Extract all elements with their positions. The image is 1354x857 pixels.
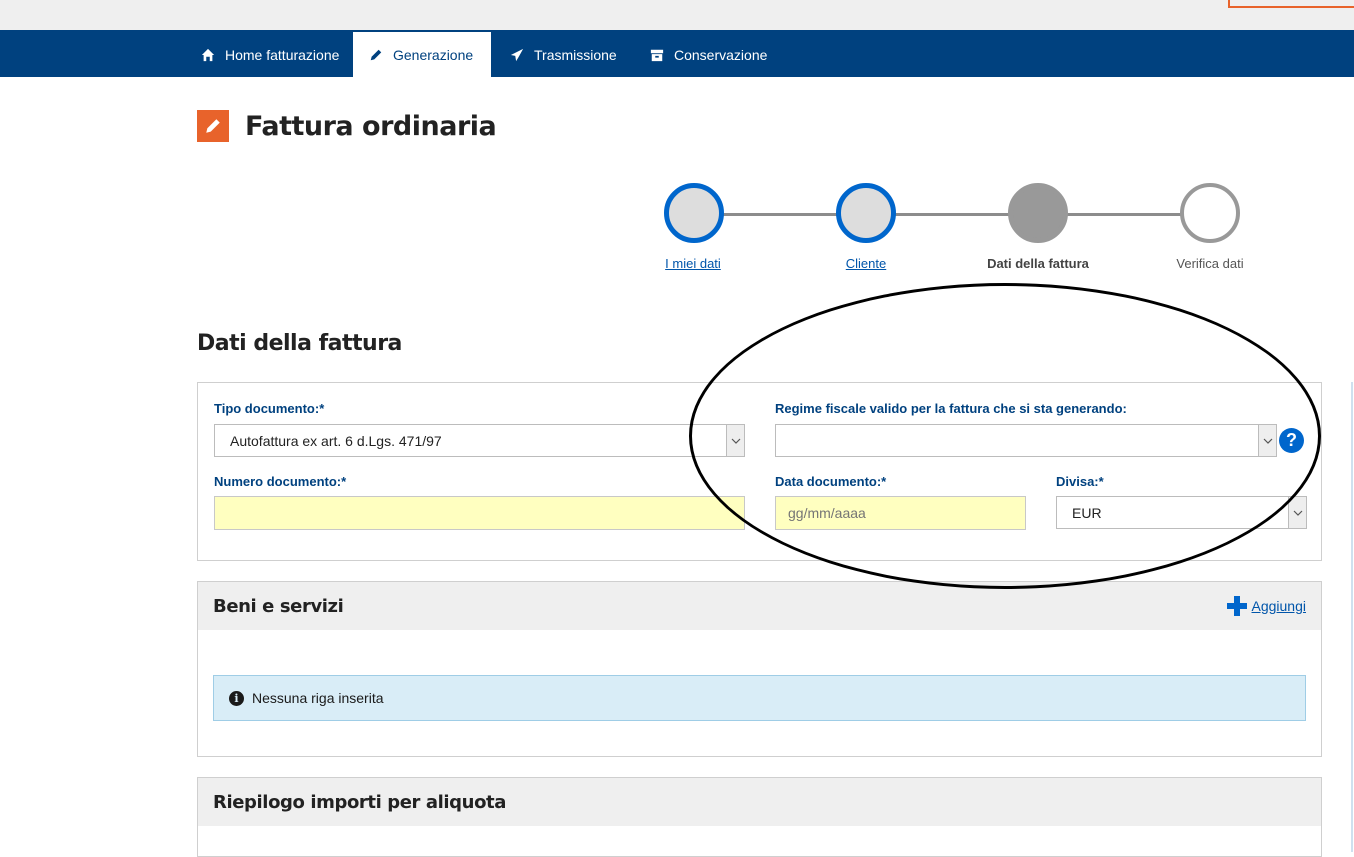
top-strip xyxy=(0,0,1354,30)
beni-servizi-card: Beni e servizi Aggiungi i Nessuna riga i… xyxy=(197,581,1322,757)
beni-servizi-title: Beni e servizi xyxy=(213,595,344,617)
beni-servizi-header: Beni e servizi xyxy=(198,582,1321,630)
step-label-dati-fattura: Dati della fattura xyxy=(987,256,1089,271)
riepilogo-title: Riepilogo importi per aliquota xyxy=(213,791,506,813)
archive-box-icon xyxy=(649,47,665,63)
divisa-label: Divisa:* xyxy=(1056,474,1104,489)
home-icon xyxy=(200,47,216,63)
numero-documento-input[interactable] xyxy=(214,496,745,530)
step-connector xyxy=(722,213,838,216)
riepilogo-header: Riepilogo importi per aliquota xyxy=(198,778,1321,826)
tipo-documento-label: Tipo documento:* xyxy=(214,401,325,416)
header-orange-box xyxy=(1228,0,1354,8)
step-circle-dati-fattura xyxy=(1008,183,1068,243)
aggiungi-button[interactable]: Aggiungi xyxy=(1226,595,1307,617)
chevron-down-icon[interactable] xyxy=(1288,497,1306,528)
tipo-documento-select[interactable]: Autofattura ex art. 6 d.Lgs. 471/97 xyxy=(214,424,745,457)
nav-trasmissione[interactable]: Trasmissione xyxy=(494,32,632,77)
step-circle-miei-dati[interactable] xyxy=(664,183,724,243)
step-link-miei-dati[interactable]: I miei dati xyxy=(623,256,763,271)
nav-generazione[interactable]: Generazione xyxy=(353,32,491,77)
dati-fattura-panel: Tipo documento:* Autofattura ex art. 6 d… xyxy=(197,382,1322,561)
info-icon: i xyxy=(229,690,244,706)
riepilogo-card: Riepilogo importi per aliquota xyxy=(197,777,1322,857)
numero-documento-label: Numero documento:* xyxy=(214,474,347,489)
step-connector xyxy=(1066,213,1182,216)
page-header: Fattura ordinaria xyxy=(197,110,497,142)
regime-fiscale-select[interactable] xyxy=(775,424,1277,457)
pencil-icon xyxy=(368,47,384,63)
scroll-edge xyxy=(1351,382,1353,852)
step-link-cliente[interactable]: Cliente xyxy=(796,256,936,271)
nav-label: Home fatturazione xyxy=(225,46,340,63)
empty-rows-message: Nessuna riga inserita xyxy=(252,690,384,706)
nav-home-fatturazione[interactable]: Home fatturazione xyxy=(185,32,354,77)
empty-rows-alert: i Nessuna riga inserita xyxy=(213,675,1306,721)
nav-conservazione[interactable]: Conservazione xyxy=(634,32,782,77)
nav-label: Trasmissione xyxy=(534,46,617,63)
divisa-value: EUR xyxy=(1072,504,1102,521)
nav-label: Generazione xyxy=(393,46,474,63)
chevron-down-icon[interactable] xyxy=(1258,425,1276,456)
paper-plane-icon xyxy=(509,47,525,63)
help-icon[interactable]: ? xyxy=(1279,428,1304,453)
main-navbar: Home fatturazione Generazione Trasmissio… xyxy=(0,30,1354,77)
pencil-icon xyxy=(197,110,229,142)
progress-stepper: I miei dati Cliente Dati della fattura V… xyxy=(650,183,1270,283)
nav-label: Conservazione xyxy=(674,46,768,63)
divisa-select[interactable]: EUR xyxy=(1056,496,1307,529)
section-title: Dati della fattura xyxy=(197,331,402,356)
chevron-down-icon[interactable] xyxy=(726,425,744,456)
data-documento-label: Data documento:* xyxy=(775,474,887,489)
tipo-documento-value: Autofattura ex art. 6 d.Lgs. 471/97 xyxy=(230,432,442,449)
plus-icon xyxy=(1226,595,1248,617)
step-connector xyxy=(894,213,1010,216)
regime-fiscale-label: Regime fiscale valido per la fattura che… xyxy=(775,401,1127,416)
aggiungi-label: Aggiungi xyxy=(1251,598,1307,614)
page-title: Fattura ordinaria xyxy=(245,110,497,142)
step-circle-cliente[interactable] xyxy=(836,183,896,243)
step-circle-verifica-dati xyxy=(1180,183,1240,243)
step-label-verifica-dati: Verifica dati xyxy=(1176,256,1244,271)
data-documento-input[interactable] xyxy=(775,496,1026,530)
